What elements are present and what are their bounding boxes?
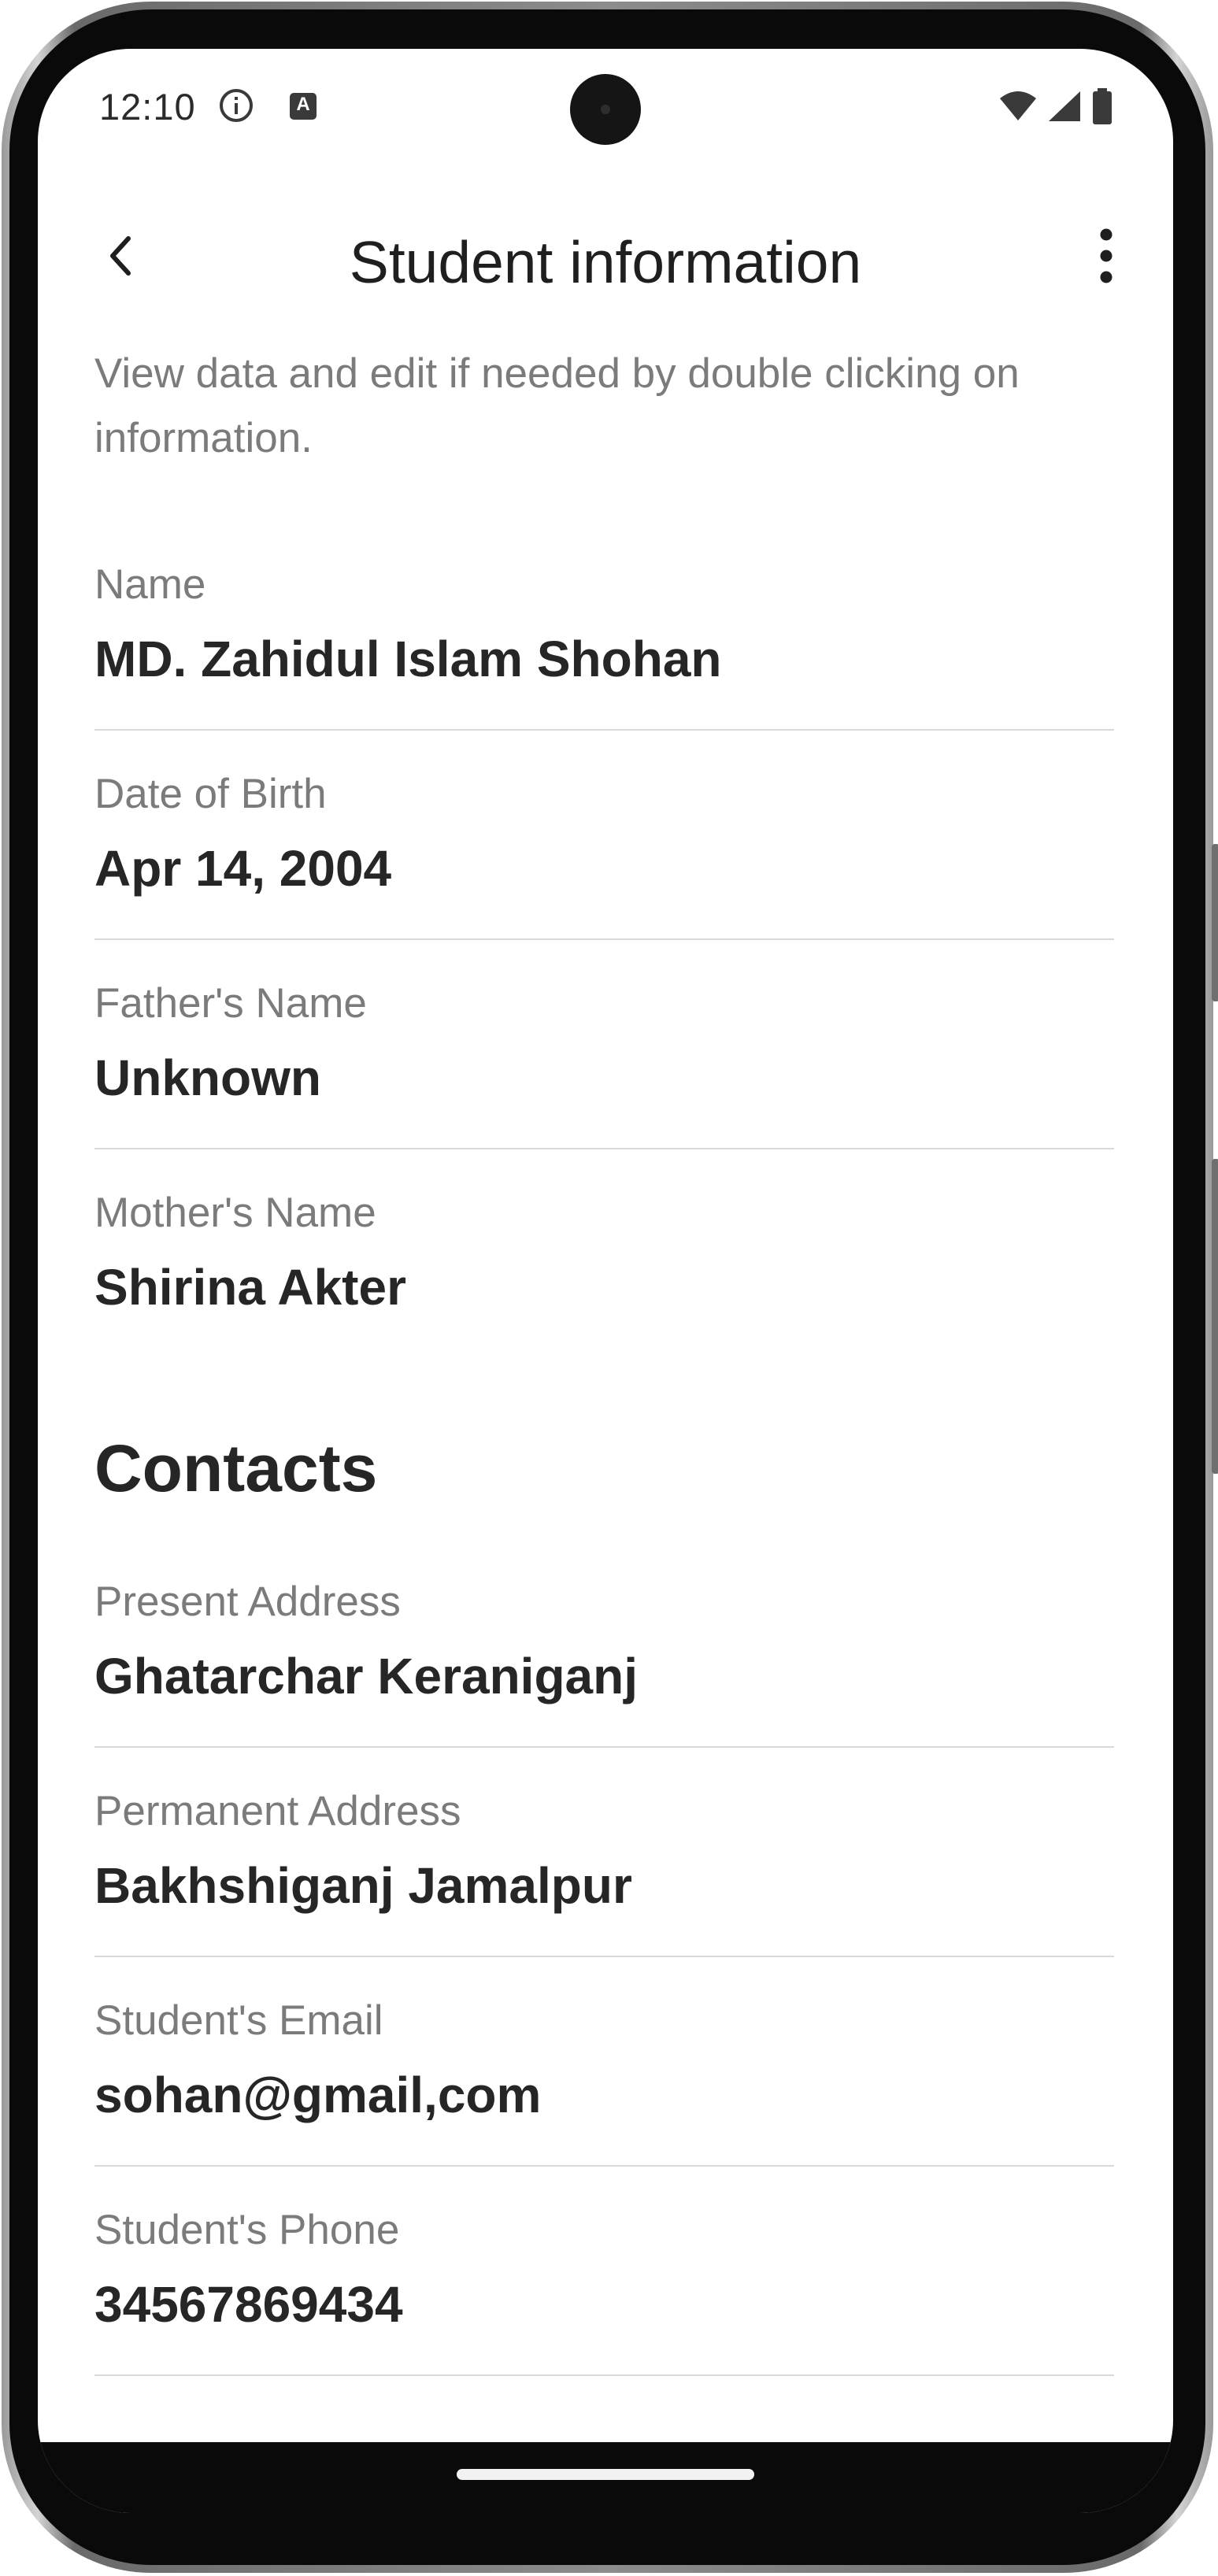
field-date-of-birth[interactable]: Date of Birth Apr 14, 2004: [94, 770, 1114, 979]
field-label: Student's Phone: [94, 2207, 400, 2253]
field-label: Permanent Address: [94, 1788, 461, 1834]
power-button: [1212, 1159, 1218, 1474]
volume-button: [1212, 844, 1218, 1001]
field-label: Student's Email: [94, 1997, 383, 2044]
signal-icon: [1047, 90, 1082, 127]
info-icon: [219, 88, 254, 123]
wifi-icon: [998, 91, 1038, 126]
field-value[interactable]: Shirina Akter: [94, 1258, 406, 1316]
a-icon: A: [290, 93, 317, 120]
field-value[interactable]: sohan@gmail,com: [94, 2066, 541, 2124]
field-value[interactable]: Bakhshiganj Jamalpur: [94, 1856, 632, 1915]
more-options-button[interactable]: [1071, 222, 1142, 293]
status-time: 12:10: [99, 86, 196, 128]
divider: [94, 729, 1114, 731]
page-title: Student information: [349, 229, 862, 295]
divider: [94, 1956, 1114, 1957]
field-name[interactable]: Name MD. Zahidul Islam Shohan: [94, 561, 1114, 770]
field-value[interactable]: Ghatarchar Keraniganj: [94, 1647, 638, 1705]
field-value[interactable]: MD. Zahidul Islam Shohan: [94, 630, 722, 688]
field-value[interactable]: 34567869434: [94, 2275, 403, 2334]
field-student-phone[interactable]: Student's Phone 34567869434: [94, 2206, 1114, 2415]
field-value[interactable]: Unknown: [94, 1049, 321, 1107]
field-value[interactable]: Apr 14, 2004: [94, 839, 391, 898]
status-icons: [998, 87, 1113, 128]
divider: [94, 2165, 1114, 2167]
app-bar: Student information: [38, 206, 1173, 309]
contacts-heading: Contacts: [94, 1431, 378, 1505]
divider: [94, 2374, 1114, 2376]
field-label: Name: [94, 561, 206, 608]
field-permanent-address[interactable]: Permanent Address Bakhshiganj Jamalpur: [94, 1787, 1114, 1997]
field-fathers-name[interactable]: Father's Name Unknown: [94, 979, 1114, 1189]
field-label: Present Address: [94, 1579, 401, 1625]
home-indicator[interactable]: [457, 2469, 754, 2480]
more-vertical-icon: [1098, 228, 1114, 287]
page-description: View data and edit if needed by double c…: [94, 350, 1020, 461]
field-label: Date of Birth: [94, 771, 327, 817]
status-bar: 12:10 A: [38, 49, 1173, 167]
field-label: Mother's Name: [94, 1190, 376, 1236]
screen: 12:10 A Student information View data an…: [38, 49, 1173, 2513]
divider: [94, 938, 1114, 940]
divider: [94, 1746, 1114, 1748]
camera-cutout: [570, 74, 641, 145]
divider: [94, 1148, 1114, 1149]
field-present-address[interactable]: Present Address Ghatarchar Keraniganj: [94, 1578, 1114, 1787]
battery-icon: [1091, 87, 1113, 128]
field-mothers-name[interactable]: Mother's Name Shirina Akter: [94, 1189, 1114, 1398]
field-student-email[interactable]: Student's Email sohan@gmail,com: [94, 1997, 1114, 2206]
field-label: Father's Name: [94, 980, 367, 1027]
